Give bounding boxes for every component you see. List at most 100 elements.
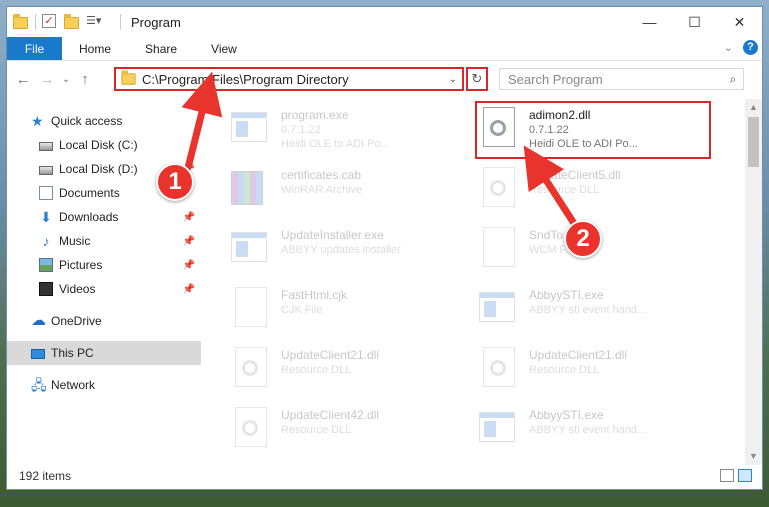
search-box[interactable]: ⌕ xyxy=(499,68,744,90)
file-name: UpdateClient42.dll xyxy=(281,408,380,422)
sidebar-item-label: Music xyxy=(59,234,91,248)
pc-icon xyxy=(31,349,45,359)
file-item[interactable]: program.exe 0.7.1.22 Heidi OLE to ADI Po… xyxy=(231,105,471,161)
pin-icon[interactable]: 📌 xyxy=(183,236,195,247)
sidebar-item-this-pc[interactable]: This PC xyxy=(7,341,201,365)
sidebar-item-network[interactable]: 🖧 Network xyxy=(7,373,201,397)
status-bar: 192 items xyxy=(7,463,762,489)
file-type: Resource DLL xyxy=(281,424,352,436)
search-icon[interactable]: ⌕ xyxy=(723,72,743,87)
vertical-scrollbar[interactable]: ▲ ▼ xyxy=(745,99,762,465)
address-path[interactable]: C:\Program Files\Program Directory xyxy=(142,72,444,87)
maximize-button[interactable]: ☐ xyxy=(672,7,717,37)
tab-home[interactable]: Home xyxy=(62,37,128,60)
exe-icon xyxy=(479,412,515,442)
sidebar-item-label: This PC xyxy=(51,346,94,360)
sidebar-item-label: Documents xyxy=(59,186,120,200)
title-bar: ✓ ☰▾ Program — ☐ ✕ xyxy=(7,7,762,37)
minimize-button[interactable]: — xyxy=(627,7,672,37)
network-icon: 🖧 xyxy=(31,377,47,393)
expand-ribbon-icon[interactable]: ⌄ xyxy=(724,41,733,54)
new-folder-icon[interactable] xyxy=(64,14,80,30)
file-item[interactable]: UpdateClient21.dll Resource DLL xyxy=(231,345,471,401)
file-name: UpdateInstaller.exe xyxy=(281,228,384,242)
address-dropdown-icon[interactable]: ⌄ xyxy=(444,74,462,85)
scroll-thumb[interactable] xyxy=(748,117,759,167)
file-type: ABBYY updates installer xyxy=(281,244,401,256)
file-item[interactable]: UpdateClient42.dll Resource DLL xyxy=(231,405,471,461)
tab-file[interactable]: File xyxy=(7,37,62,60)
sidebar-item-videos[interactable]: Videos 📌 xyxy=(7,277,201,301)
file-item[interactable]: certificates.cab WinRAR Archive xyxy=(231,165,471,221)
divider xyxy=(120,14,121,30)
sidebar-item-onedrive[interactable]: ☁ OneDrive xyxy=(7,309,201,333)
tab-view[interactable]: View xyxy=(194,37,254,60)
item-count: 192 items xyxy=(19,469,72,483)
dll-icon xyxy=(235,407,267,447)
file-icon xyxy=(235,287,267,327)
file-icon xyxy=(483,227,515,267)
recent-locations-button[interactable]: ⌄ xyxy=(59,74,73,85)
back-button[interactable]: ← xyxy=(11,71,35,88)
file-item[interactable]: UpdateClient21.dll Resource DLL xyxy=(479,345,719,401)
file-type: Resource DLL xyxy=(529,184,600,196)
file-item[interactable]: AbbyySTI.exe ABBYY sti event hand... xyxy=(479,405,719,461)
sidebar-item-music[interactable]: ♪ Music 📌 xyxy=(7,229,201,253)
sidebar-item-label: Downloads xyxy=(59,210,119,224)
pin-icon[interactable]: 📌 xyxy=(183,212,195,223)
videos-icon xyxy=(39,282,53,296)
file-item[interactable]: FastHtml.cjk CJK File xyxy=(231,285,471,341)
file-name: UpdateClient21.dll xyxy=(529,348,628,362)
details-view-icon[interactable] xyxy=(720,469,734,482)
pin-icon[interactable]: 📌 xyxy=(183,260,195,271)
file-type: CJK File xyxy=(281,304,323,316)
document-icon xyxy=(39,186,53,200)
divider xyxy=(35,14,36,30)
address-bar[interactable]: C:\Program Files\Program Directory ⌄ xyxy=(114,67,464,91)
folder-icon[interactable] xyxy=(13,14,29,30)
download-icon: ⬇ xyxy=(40,209,52,225)
large-icons-view-icon[interactable] xyxy=(738,469,752,482)
sidebar-item-local-disk-c[interactable]: Local Disk (C:) xyxy=(7,133,201,157)
file-name: AbbyySTI.exe xyxy=(529,288,604,302)
sidebar-item-label: Network xyxy=(51,378,96,392)
navigation-pane: ★ Quick access Local Disk (C:) Local Dis… xyxy=(7,99,201,465)
cloud-icon: ☁ xyxy=(31,312,46,329)
pin-icon[interactable]: 📌 xyxy=(183,284,195,295)
sidebar-item-downloads[interactable]: ⬇ Downloads 📌 xyxy=(7,205,201,229)
file-list: program.exe 0.7.1.22 Heidi OLE to ADI Po… xyxy=(207,99,739,465)
ribbon-tabs: File Home Share View ⌄ ? xyxy=(7,37,762,61)
sidebar-item-label: Quick access xyxy=(51,114,123,128)
customize-toolbar-icon[interactable]: ☰▾ xyxy=(86,14,114,30)
file-name: program.exe xyxy=(281,108,349,122)
file-item[interactable]: UpdateInstaller.exe ABBYY updates instal… xyxy=(231,225,471,281)
file-type: ABBYY sti event hand... xyxy=(529,304,647,316)
up-button[interactable]: ↑ xyxy=(73,71,97,88)
highlight-box-file xyxy=(475,101,711,159)
sidebar-item-pictures[interactable]: Pictures 📌 xyxy=(7,253,201,277)
file-description: Heidi OLE to ADI Po... xyxy=(281,138,390,150)
folder-icon xyxy=(121,70,136,85)
file-item[interactable]: AbbyySTI.exe ABBYY sti event hand... xyxy=(479,285,719,341)
refresh-button[interactable]: ↻ xyxy=(466,67,488,91)
file-name: UpdateClient5.dll xyxy=(529,168,621,182)
help-icon[interactable]: ? xyxy=(743,40,758,55)
exe-icon xyxy=(231,232,267,262)
sidebar-item-quick-access[interactable]: ★ Quick access xyxy=(7,109,201,133)
file-item[interactable]: UpdateClient5.dll Resource DLL xyxy=(479,165,719,221)
disk-icon xyxy=(39,166,53,175)
dll-icon xyxy=(235,347,267,387)
forward-button[interactable]: → xyxy=(35,71,59,88)
properties-icon[interactable]: ✓ xyxy=(42,14,58,30)
music-icon: ♪ xyxy=(42,233,50,249)
dll-icon xyxy=(483,167,515,207)
pictures-icon xyxy=(39,258,53,272)
tab-share[interactable]: Share xyxy=(128,37,194,60)
window-title: Program xyxy=(131,14,181,30)
search-input[interactable] xyxy=(508,71,723,87)
close-button[interactable]: ✕ xyxy=(717,7,762,37)
scroll-up-icon[interactable]: ▲ xyxy=(745,99,762,116)
step-marker-2: 2 xyxy=(564,220,602,258)
file-name: certificates.cab xyxy=(281,168,362,182)
step-marker-1: 1 xyxy=(156,163,194,201)
